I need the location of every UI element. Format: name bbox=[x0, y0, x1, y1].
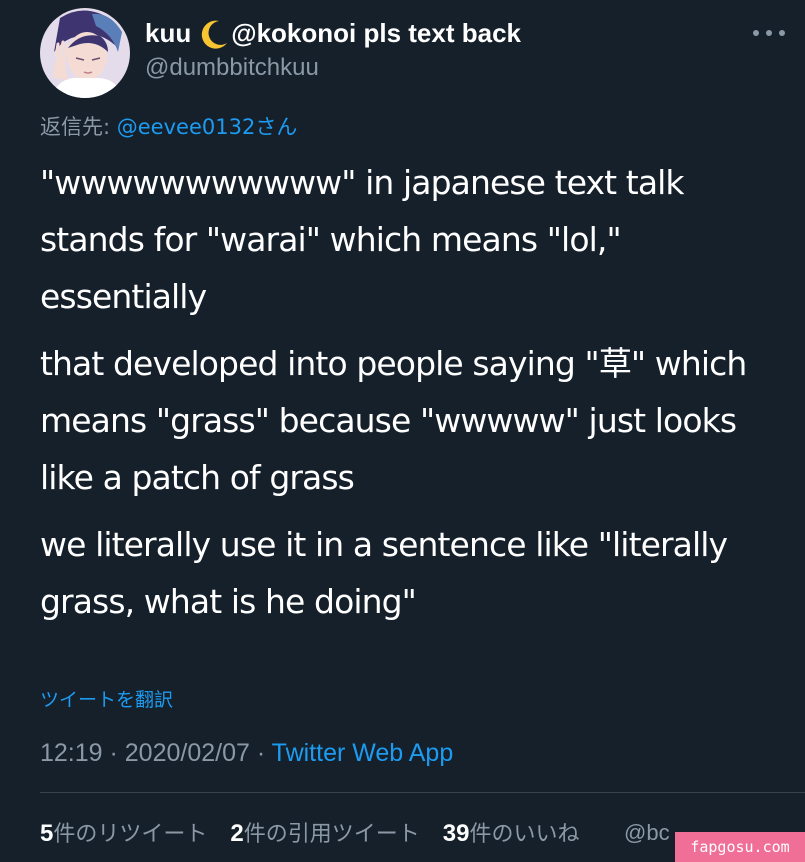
more-options-icon[interactable] bbox=[753, 26, 785, 40]
retweets-stat[interactable]: 5件のリツイート bbox=[40, 820, 208, 847]
translate-tweet-link[interactable]: ツイートを翻訳 bbox=[40, 685, 173, 712]
retweets-count: 5 bbox=[40, 820, 54, 847]
retweets-label: 件のリツイート bbox=[53, 822, 208, 847]
tweet-text: "wwwwwwwwwww" in japanese text talk stan… bbox=[40, 154, 790, 640]
watermark-badge: fapgosu.com bbox=[675, 832, 805, 862]
dot bbox=[779, 30, 785, 36]
meta-separator: · bbox=[102, 739, 125, 767]
display-name-suffix: @kokonoi pls text back bbox=[231, 18, 521, 48]
tweet-source-link[interactable]: Twitter Web App bbox=[272, 739, 454, 767]
user-handle[interactable]: @dumbbitchkuu bbox=[145, 54, 319, 82]
watermark-partial-text: @bc bbox=[624, 820, 670, 845]
engagement-stats: 5件のリツイート 2件の引用ツイート 39件のいいね bbox=[40, 816, 595, 848]
quote-tweets-label: 件の引用ツイート bbox=[243, 822, 420, 847]
avatar-illustration bbox=[40, 8, 130, 98]
avatar[interactable] bbox=[40, 8, 130, 98]
display-name[interactable]: kuu @kokonoi pls text back bbox=[145, 18, 521, 49]
tweet-date[interactable]: 2020/02/07 bbox=[125, 739, 250, 767]
tweet-meta: 12:19 · 2020/02/07 · Twitter Web App bbox=[40, 739, 453, 768]
display-name-prefix: kuu bbox=[145, 18, 192, 48]
quote-tweets-count: 2 bbox=[230, 820, 244, 847]
tweet-paragraph: we literally use it in a sentence like "… bbox=[40, 525, 728, 621]
reply-to-line: 返信先: @eevee0132さん bbox=[40, 111, 297, 141]
likes-count: 39 bbox=[442, 820, 470, 847]
reply-mention-handle: @eevee0132 bbox=[116, 115, 256, 139]
tweet-time[interactable]: 12:19 bbox=[40, 739, 103, 767]
meta-separator: · bbox=[249, 739, 272, 767]
quote-tweets-stat[interactable]: 2件の引用ツイート bbox=[230, 820, 420, 847]
reply-to-label: 返信先: bbox=[40, 115, 117, 139]
divider bbox=[40, 792, 805, 793]
reply-mention-link[interactable]: @eevee0132さん bbox=[117, 115, 298, 139]
dot bbox=[766, 30, 772, 36]
dot bbox=[753, 30, 759, 36]
tweet-paragraph: "wwwwwwwwwww" in japanese text talk stan… bbox=[40, 163, 685, 316]
likes-stat[interactable]: 39件のいいね bbox=[442, 820, 580, 847]
reply-mention-honorific: さん bbox=[255, 115, 298, 139]
likes-label: 件のいいね bbox=[469, 822, 580, 847]
crescent-moon-icon bbox=[197, 19, 229, 49]
tweet-paragraph: that developed into people saying "草" wh… bbox=[40, 344, 747, 497]
